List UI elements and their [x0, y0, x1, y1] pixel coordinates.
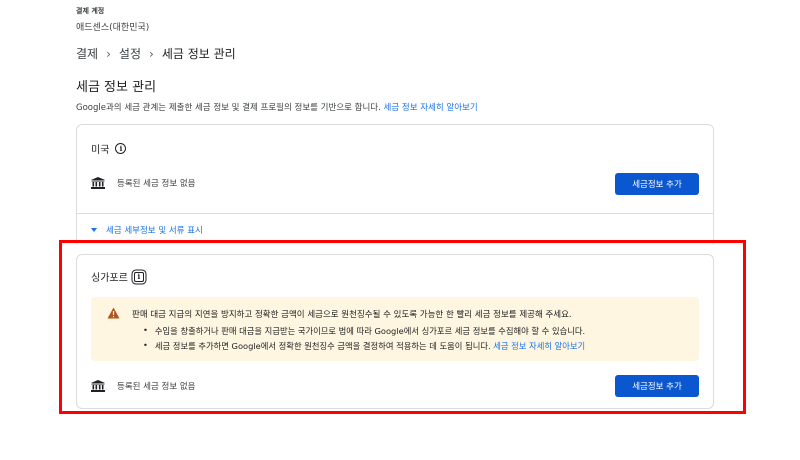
- show-tax-details-toggle[interactable]: 세금 세부정보 및 서류 표시: [91, 224, 203, 236]
- bullet-text: 수입을 창출하거나 판매 대금을 지급받는 국가이므로 법에 따라 Google…: [154, 326, 586, 336]
- info-icon[interactable]: i: [115, 143, 127, 154]
- billing-account: 결제 계정 애드센스(대한민국): [76, 6, 149, 33]
- details-toggle-label: 세금 세부정보 및 서류 표시: [106, 226, 203, 236]
- sg-country-header: 싱가포르 i: [91, 269, 144, 284]
- page-title: 세금 정보 관리: [76, 80, 157, 95]
- divider: [77, 213, 713, 214]
- bank-icon: [91, 177, 105, 189]
- chevron-right-icon: ›: [149, 46, 154, 61]
- country-name-us: 미국: [91, 145, 110, 156]
- list-item: • 세금 정보를 추가하면 Google에서 정확한 원천징수 금액을 결정하여…: [143, 340, 586, 351]
- account-label: 결제 계정: [76, 7, 105, 15]
- breadcrumb: 결제 › 설정 › 세금 정보 관리: [76, 45, 236, 62]
- country-name-sg: 싱가포르: [91, 273, 128, 284]
- us-empty-text: 등록된 세금 정보 없음: [117, 179, 196, 189]
- us-add-tax-info-button[interactable]: 세금정보 추가: [615, 173, 699, 195]
- page-description: Google과의 세금 관계는 제출한 세금 정보 및 결제 프로필의 정보를 …: [76, 101, 478, 113]
- learn-more-link[interactable]: 세금 정보 자세히 알아보기: [384, 103, 478, 113]
- info-icon[interactable]: i: [133, 271, 144, 282]
- warning-icon: [107, 307, 120, 319]
- warning-bullets: • 수입을 창출하거나 판매 대금을 지급받는 국가이므로 법에 따라 Goog…: [143, 325, 585, 355]
- list-item: • 수입을 창출하거나 판매 대금을 지급받는 국가이므로 법에 따라 Goog…: [143, 325, 586, 336]
- sg-add-tax-info-button[interactable]: 세금정보 추가: [615, 375, 699, 397]
- breadcrumb-item-billing[interactable]: 결제: [76, 45, 98, 62]
- us-tax-card: 미국 i 등록된 세금 정보 없음 세금정보 추가 세금 세부정보 및 서류 표…: [76, 124, 714, 244]
- breadcrumb-item-settings[interactable]: 설정: [119, 45, 141, 62]
- breadcrumb-item-current: 세금 정보 관리: [161, 47, 236, 61]
- bank-icon: [91, 380, 105, 392]
- caret-down-icon: [91, 228, 97, 232]
- warning-title: 판매 대금 지급의 지연을 방지하고 정확한 금액이 세금으로 원천징수될 수 …: [132, 310, 572, 320]
- sg-learn-more-link[interactable]: 세금 정보 자세히 알아보기: [493, 341, 585, 351]
- account-name: 애드센스(대한민국): [76, 23, 150, 33]
- us-empty-row: 등록된 세금 정보 없음: [91, 177, 196, 189]
- bullet-text: 세금 정보를 추가하면 Google에서 정확한 원천징수 금액을 결정하여 적…: [154, 341, 586, 351]
- chevron-right-icon: ›: [106, 46, 111, 61]
- us-country-header: 미국 i: [91, 141, 127, 156]
- sg-empty-text: 등록된 세금 정보 없음: [117, 382, 196, 392]
- sg-warning-banner: 판매 대금 지급의 지연을 방지하고 정확한 금액이 세금으로 원천징수될 수 …: [91, 297, 699, 361]
- sg-empty-row: 등록된 세금 정보 없음: [91, 380, 196, 392]
- description-text: Google과의 세금 관계는 제출한 세금 정보 및 결제 프로필의 정보를 …: [76, 103, 381, 113]
- sg-tax-card: 싱가포르 i 판매 대금 지급의 지연을 방지하고 정확한 금액이 세금으로 원…: [76, 254, 714, 409]
